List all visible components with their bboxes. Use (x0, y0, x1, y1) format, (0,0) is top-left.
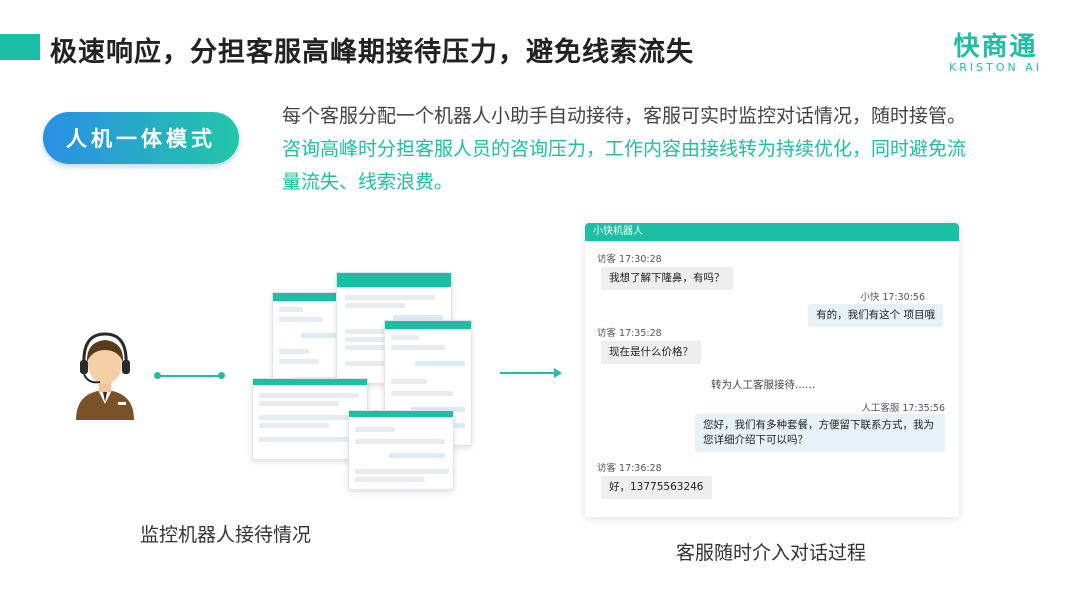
logo-en: KRISTON AI (949, 61, 1042, 74)
customer-service-agent-icon (76, 332, 134, 420)
message-meta: 人工客服 17:35:56 (861, 403, 945, 414)
caption-monitor: 监控机器人接待情况 (140, 524, 312, 546)
bot-message: 有的，我们有这个 项目哦 (808, 304, 943, 327)
message-meta: 访客 17:36:28 (597, 463, 662, 474)
mode-badge: 人机一体模式 (43, 112, 239, 164)
chat-title: 小快机器人 (585, 223, 959, 241)
visitor-message: 我想了解下隆鼻，有吗？ (601, 267, 733, 290)
handover-notice: 转为人工客服接待...... (711, 379, 816, 391)
connector-dot-right (218, 372, 225, 379)
title-accent-bar (0, 34, 40, 60)
message-meta: 小快 17:30:56 (860, 292, 925, 303)
caption-intervene: 客服随时介入对话过程 (676, 542, 867, 564)
page-title: 极速响应，分担客服高峰期接待压力，避免线索流失 (50, 37, 694, 68)
connector-line (158, 375, 220, 377)
message-meta: 访客 17:35:28 (597, 328, 662, 339)
arrow-right-icon (500, 368, 562, 378)
visitor-message: 好，13775563246 (601, 476, 712, 499)
description: 每个客服分配一个机器人小助手自动接待，客服可实时监控对话情况，随时接管。咨询高峰… (282, 100, 982, 199)
chat-window: 小快机器人 访客 17:30:28 我想了解下隆鼻，有吗？ 小快 17:30:5… (585, 223, 959, 517)
human-agent-message: 您好，我们有多种套餐，方便留下联系方式，我为您详细介绍下可以吗？ (695, 414, 945, 452)
monitor-window-5 (348, 410, 454, 490)
message-meta: 访客 17:30:28 (597, 254, 662, 265)
description-highlight: 咨询高峰时分担客服人员的咨询压力，工作内容由接线转为持续优化，同时避免流量流失、… (282, 138, 967, 193)
logo-cn: 快商通 (953, 32, 1038, 62)
visitor-message: 现在是什么价格？ (601, 341, 701, 364)
description-normal: 每个客服分配一个机器人小助手自动接待，客服可实时监控对话情况，随时接管。 (282, 105, 967, 127)
brand-logo: 快商通 KRISTON AI (949, 26, 1042, 74)
